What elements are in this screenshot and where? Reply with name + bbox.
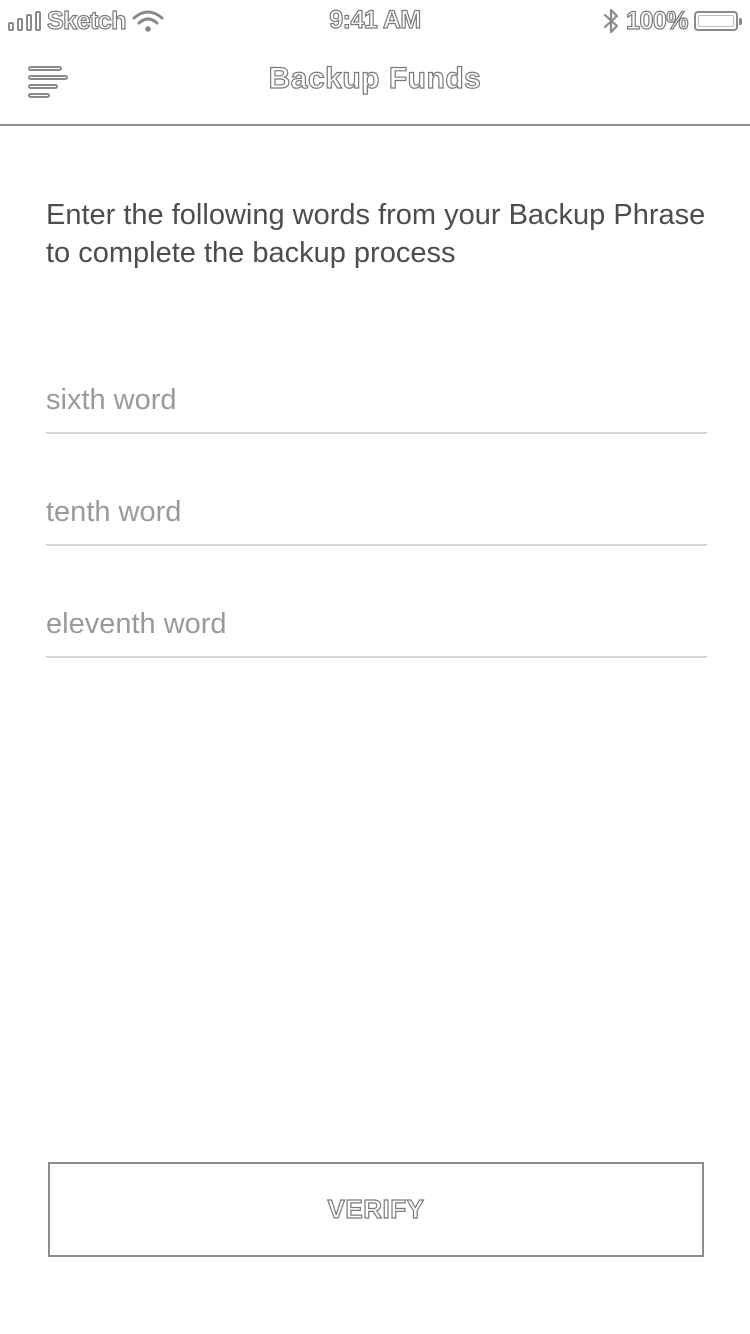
tenth-word-field [46,484,707,546]
status-bar-right: 100% [602,6,742,36]
page-title: Backup Funds [268,61,482,95]
sixth-word-input[interactable] [46,372,707,428]
verify-button[interactable]: VERIFY [48,1162,704,1257]
eleventh-word-input[interactable] [46,596,707,652]
battery-level [698,15,734,27]
status-bar: Sketch 9:41 AM 100% [0,0,750,40]
eleventh-word-field [46,596,707,658]
instructions-text: Enter the following words from your Back… [46,199,706,269]
battery-icon [694,11,742,31]
verify-label: VERIFY [327,1193,425,1224]
nav-bar: Backup Funds [0,40,750,126]
bluetooth-icon [603,8,619,34]
sixth-word-field [46,372,707,434]
battery-percent: 100% [625,6,689,35]
tenth-word-input[interactable] [46,484,707,540]
